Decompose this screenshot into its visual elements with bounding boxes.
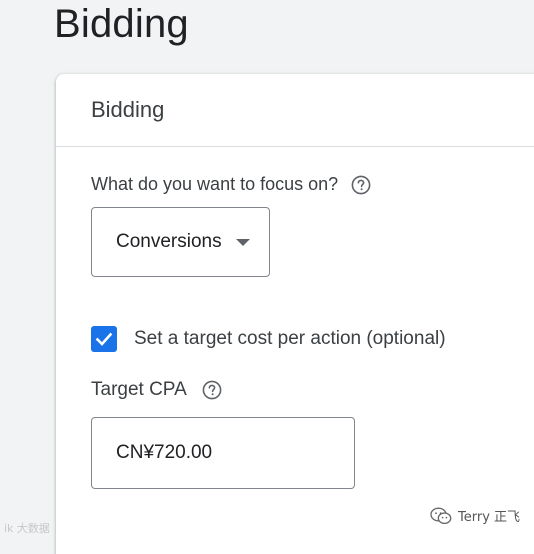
target-cpa-input-value: CN¥720.00 [116, 442, 213, 463]
focus-dropdown[interactable]: Conversions [91, 207, 270, 277]
bidding-card: Bidding What do you want to focus on? Co… [56, 74, 534, 554]
target-cpa-label-row: Target CPA [91, 379, 222, 401]
target-cpa-checkbox[interactable] [91, 326, 117, 352]
watermark-left: ik 大数据 [4, 522, 50, 535]
target-cpa-label: Target CPA [91, 379, 187, 400]
focus-question-label: What do you want to focus on? [91, 174, 339, 194]
card-title: Bidding [91, 97, 165, 122]
wechat-icon [430, 507, 452, 524]
focus-dropdown-value: Conversions [116, 231, 222, 252]
checkmark-icon [95, 332, 113, 346]
target-cpa-input[interactable]: CN¥720.00 [91, 417, 355, 489]
focus-question-row: What do you want to focus on? [91, 174, 371, 195]
target-cpa-checkbox-label: Set a target cost per action (optional) [134, 328, 446, 349]
page-title: Bidding [54, 2, 189, 46]
target-cpa-checkbox-row[interactable]: Set a target cost per action (optional) [91, 326, 446, 352]
dropdown-arrow-icon [235, 238, 250, 246]
help-circle-icon[interactable] [202, 380, 222, 400]
watermark-right-text: Terry 正飞 [458, 510, 521, 525]
watermark-right: Terry 正飞 [430, 506, 520, 525]
help-circle-icon[interactable] [351, 175, 371, 195]
card-header: Bidding [56, 74, 534, 147]
